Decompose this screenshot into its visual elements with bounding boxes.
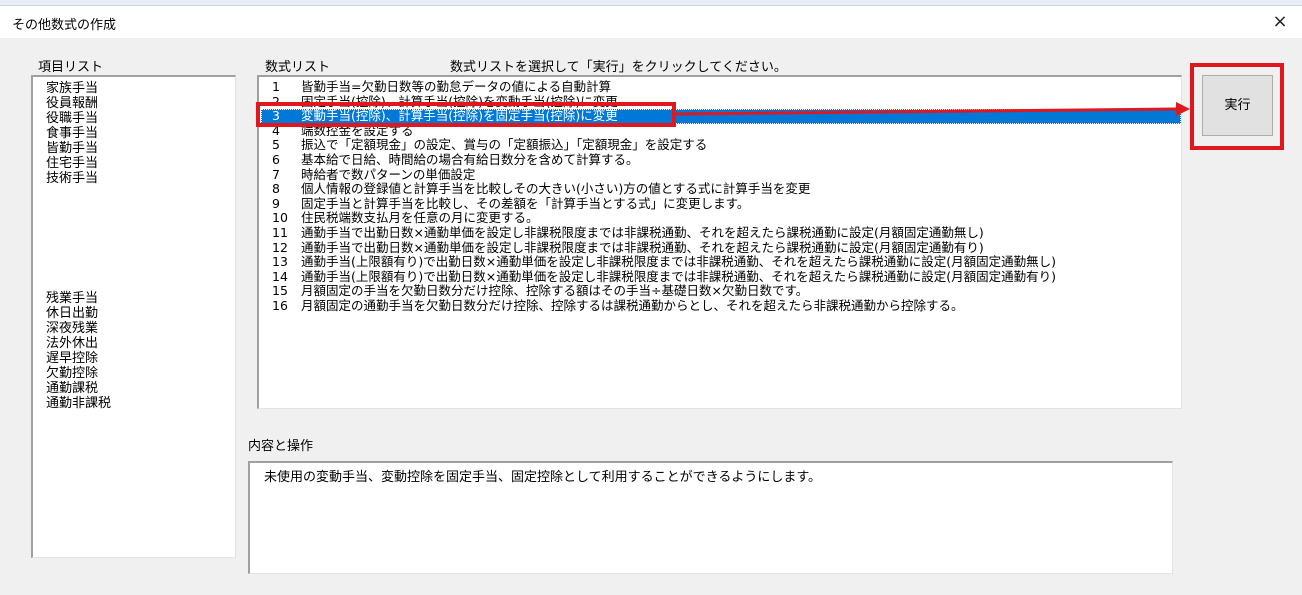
formula-number: 9	[272, 195, 280, 211]
item-group-overtime: 残業手当 休日出勤 深夜残業 法外休出 遅早控除 欠勤控除 通勤課税 通勤非課税	[46, 291, 235, 411]
formula-text: 振込で「定額現金」の設定、賞与の「定額振込」「定額現金」を設定する	[301, 137, 708, 153]
formula-text: 通勤手当(上限額有り)で出勤日数×通勤単価を設定し非課税限度までは非課税通勤、そ…	[301, 254, 1056, 270]
formula-number: 11	[272, 224, 288, 240]
formula-text: 皆勤手当=欠勤日数等の勤怠データの値による自動計算	[301, 79, 612, 94]
formula-number: 8	[272, 181, 280, 197]
formula-number: 15	[272, 283, 288, 299]
formula-text: 通勤手当で出勤日数×通勤単価を設定し非課税限度までは非課税通勤、それを超えたら課…	[301, 239, 984, 255]
formula-row[interactable]: 7 時給者で数パターンの単価設定	[261, 166, 1181, 183]
formula-number: 10	[272, 210, 288, 226]
item-list-entry[interactable]: 住宅手当	[46, 156, 235, 171]
close-icon[interactable]: ×	[1266, 8, 1294, 36]
formula-list-label: 数式リスト	[265, 60, 331, 75]
description-text: 未使用の変動手当、変動控除を固定手当、固定控除として利用することができるようにし…	[264, 470, 822, 485]
formula-number: 14	[272, 268, 288, 284]
formula-number: 16	[272, 297, 288, 313]
item-list-entry[interactable]: 通勤非課税	[46, 396, 235, 411]
formula-number: 13	[272, 254, 288, 270]
button-highlight-box	[1190, 63, 1284, 150]
item-list-entry[interactable]: 法外休出	[46, 336, 235, 351]
formula-text: 月額固定の通勤手当を欠勤日数分だけ控除、控除するは課税通勤からとし、それを超えた…	[301, 297, 964, 313]
title-bar: その他数式の作成 ×	[0, 6, 1302, 38]
formula-text: 通勤手当(上限額有り)で出勤日数×通勤単価を設定し非課税限度までは非課税通勤、そ…	[301, 268, 1056, 284]
formula-number: 12	[272, 239, 288, 255]
formula-row[interactable]: 1 皆勤手当=欠勤日数等の勤怠データの値による自動計算	[261, 79, 1181, 95]
formula-number: 6	[272, 151, 280, 167]
description-label: 内容と操作	[248, 439, 314, 454]
formula-text: 時給者で数パターンの単価設定	[301, 166, 476, 182]
formula-row[interactable]: 5 振込で「定額現金」の設定、賞与の「定額振込」「定額現金」を設定する	[261, 138, 1181, 153]
formula-text: 個人情報の登録値と計算手当を比較しその大きい(小さい)方の値とする式に計算手当を…	[301, 181, 811, 197]
description-box: 未使用の変動手当、変動控除を固定手当、固定控除として利用することができるようにし…	[248, 461, 1173, 574]
selection-highlight-box	[256, 102, 676, 127]
red-arrow-icon	[676, 102, 1190, 116]
item-list-entry[interactable]: 家族手当	[46, 81, 235, 96]
item-list-box[interactable]: 家族手当 役員報酬 役職手当 食事手当 皆勤手当 住宅手当 技術手当 残業手当 休日出勤 深夜残…	[31, 75, 236, 558]
formula-text: 固定手当と計算手当を比較し、その差額を「計算手当とする式」に変更します。	[301, 195, 750, 211]
instruction-text: 数式リストを選択して「実行」をクリックしてください。	[450, 60, 787, 75]
formula-text: 通勤手当で出勤日数×通勤単価を設定し非課税限度までは非課税通勤、それを超えたら課…	[301, 224, 984, 240]
item-list-entry[interactable]: 休日出勤	[46, 306, 235, 321]
item-list-entry[interactable]: 欠勤控除	[46, 366, 235, 381]
item-list-entry[interactable]: 役員報酬	[46, 96, 235, 111]
item-list-entry[interactable]: 役職手当	[46, 111, 235, 126]
formula-row[interactable]: 9 固定手当と計算手当を比較し、その差額を「計算手当とする式」に変更します。	[261, 195, 1181, 212]
formula-number: 1	[272, 79, 280, 94]
formula-row[interactable]: 6 基本給で日給、時間給の場合有給日数分を含めて計算する。	[261, 151, 1181, 168]
item-list-spacer	[46, 186, 235, 291]
item-list-entry[interactable]: 技術手当	[46, 171, 235, 186]
formula-number: 7	[272, 166, 280, 182]
formula-number: 5	[272, 137, 280, 153]
item-list-entry[interactable]: 食事手当	[46, 126, 235, 141]
formula-text: 月額固定の手当を欠勤日数分だけ控除、控除する額はその手当÷基礎日数×欠勤日数です…	[301, 283, 809, 299]
window-title: その他数式の作成	[12, 18, 117, 33]
formula-row[interactable]: 10 住民税端数支払月を任意の月に変更する。	[261, 211, 1181, 226]
item-list-entry[interactable]: 遅早控除	[46, 351, 235, 366]
formula-row[interactable]: 11 通勤手当で出勤日数×通勤単価を設定し非課税限度までは非課税通勤、それを超えた…	[261, 224, 1181, 241]
item-list-entry[interactable]: 皆勤手当	[46, 141, 235, 156]
formula-row[interactable]: 13 通勤手当(上限額有り)で出勤日数×通勤単価を設定し非課税限度までは非課税通勤…	[261, 254, 1181, 270]
item-list-entry[interactable]: 残業手当	[46, 291, 235, 306]
formula-text: 住民税端数支払月を任意の月に変更する。	[301, 210, 539, 226]
formula-row[interactable]: 14 通勤手当(上限額有り)で出勤日数×通勤単価を設定し非課税限度までは非課税通勤…	[261, 268, 1181, 285]
formula-text: 基本給で日給、時間給の場合有給日数分を含めて計算する。	[301, 151, 639, 167]
item-group-allowances: 家族手当 役員報酬 役職手当 食事手当 皆勤手当 住宅手当 技術手当	[46, 81, 235, 186]
formula-row[interactable]: 15 月額固定の手当を欠勤日数分だけ控除、控除する額はその手当÷基礎日数×欠勤日数…	[261, 284, 1181, 299]
item-list-entry[interactable]: 通勤課税	[46, 381, 235, 396]
formula-row[interactable]: 12 通勤手当で出勤日数×通勤単価を設定し非課税限度までは非課税通勤、それを超えた…	[261, 239, 1181, 256]
item-list-entry[interactable]: 深夜残業	[46, 321, 235, 336]
formula-row[interactable]: 8 個人情報の登録値と計算手当を比較しその大きい(小さい)方の値とする式に計算手当…	[261, 181, 1181, 197]
item-list-label: 項目リスト	[38, 60, 104, 75]
dialog-window: その他数式の作成 × 項目リスト 家族手当 役員報酬 役職手当 食事手当 皆勤手当 住宅手…	[0, 0, 1302, 595]
formula-row[interactable]: 16 月額固定の通勤手当を欠勤日数分だけ控除、控除するは課税通勤からとし、それを超…	[261, 297, 1181, 314]
